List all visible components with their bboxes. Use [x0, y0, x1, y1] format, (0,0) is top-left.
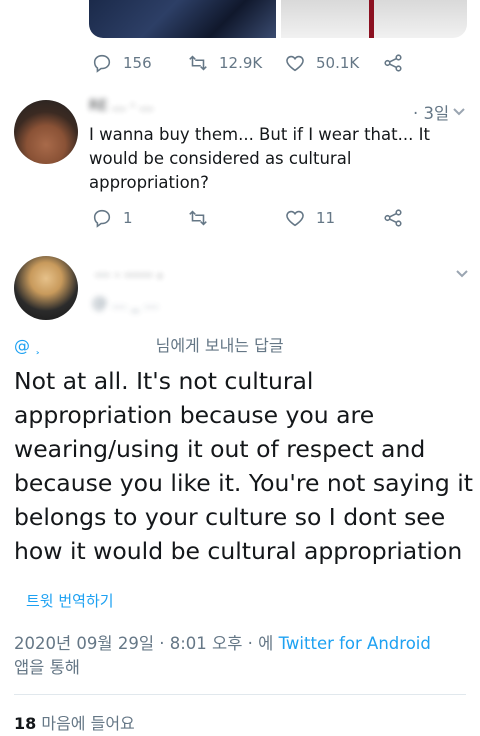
translate-tweet-link[interactable]: 트윗 번역하기 — [26, 590, 114, 611]
retweet-action[interactable]: 12.9K — [187, 52, 262, 74]
reply-icon — [93, 209, 111, 228]
retweet-icon — [189, 55, 207, 71]
tweet-media-image-left[interactable] — [89, 0, 276, 38]
tweet-source-suffix: 앱을 통해 — [14, 658, 80, 677]
retweet-action[interactable] — [187, 207, 209, 229]
divider — [14, 694, 466, 695]
heart-icon — [286, 210, 304, 227]
tassel-decoration — [369, 0, 374, 38]
likes-summary[interactable]: 18 마음에 들어요 — [14, 710, 135, 734]
share-icon — [384, 209, 402, 227]
mention-link[interactable]: @ ˲ — [14, 336, 40, 355]
like-count: 11 — [316, 209, 336, 227]
chevron-down-icon[interactable] — [454, 265, 470, 281]
reply-count: 1 — [123, 209, 133, 227]
avatar[interactable] — [14, 100, 78, 164]
tweet-timestamp: 2020년 09월 29일 · 8:01 오후 · 에 — [14, 634, 274, 653]
share-action[interactable] — [382, 52, 404, 74]
likes-count: 18 — [14, 714, 37, 733]
author-name-blurred: … . ...... , — [95, 262, 163, 280]
author-name-blurred: RE … · … — [89, 98, 154, 114]
heart-icon — [286, 55, 304, 72]
tweet-time: · 3일 — [413, 104, 450, 123]
likes-label: 마음에 들어요 — [41, 714, 135, 733]
share-icon — [384, 54, 402, 72]
avatar[interactable] — [14, 256, 78, 320]
tweet-media-image-right[interactable] — [281, 0, 467, 38]
reply-count: 156 — [123, 54, 152, 72]
tweet-metadata: 2020년 09월 29일 · 8:01 오후 · 에 Twitter for … — [14, 632, 474, 680]
chevron-down-icon[interactable] — [451, 103, 467, 119]
like-action[interactable]: 11 — [284, 207, 335, 229]
tweet-source-link[interactable]: Twitter for Android — [279, 634, 431, 653]
like-count: 50.1K — [316, 54, 360, 72]
author-handle-blurred: @ … _ … — [92, 294, 159, 312]
share-action[interactable] — [382, 207, 404, 229]
replying-to-label: 님에게 보내는 답글 — [155, 336, 284, 355]
reply-action[interactable]: 156 — [91, 52, 152, 74]
tweet-text: Not at all. It's not cultural appropriat… — [14, 367, 473, 565]
replying-to: @ ˲ 님에게 보내는 답글 — [14, 332, 284, 356]
like-action[interactable]: 50.1K — [284, 52, 359, 74]
tweet-time-value: 3일 — [423, 104, 450, 123]
retweet-icon — [189, 210, 207, 226]
reply-icon — [93, 54, 111, 73]
tweet-text: I wanna buy them... But if I wear that..… — [89, 125, 430, 192]
retweet-count: 12.9K — [219, 54, 263, 72]
reply-action[interactable]: 1 — [91, 207, 133, 229]
